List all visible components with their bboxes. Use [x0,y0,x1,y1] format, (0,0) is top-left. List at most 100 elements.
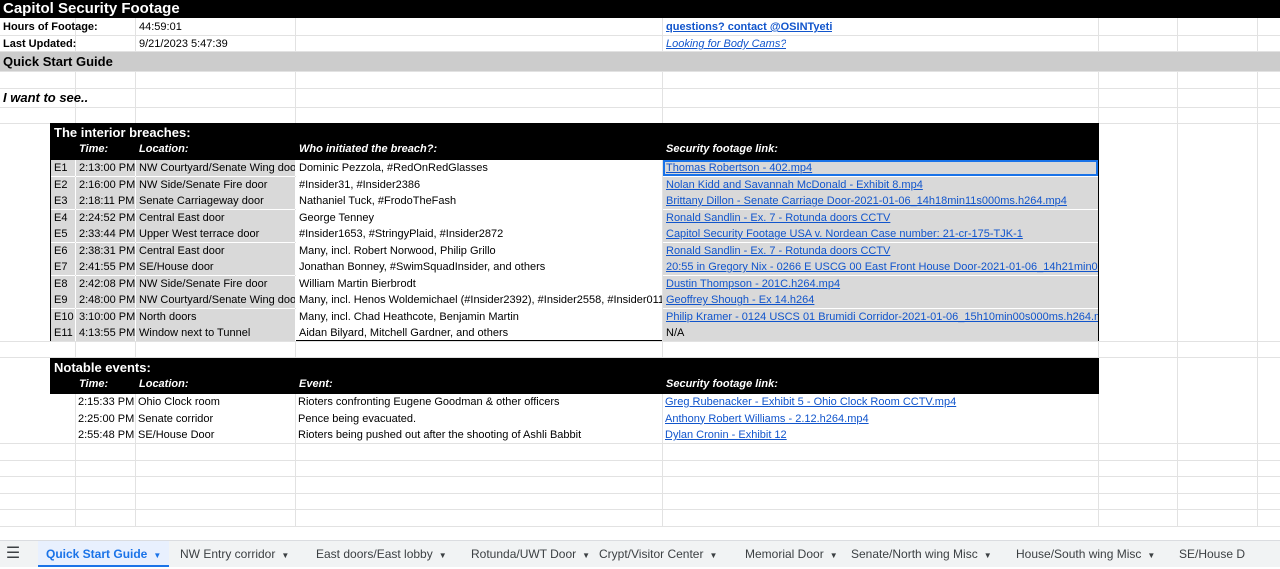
event-footage-link[interactable]: Greg Rubenacker - Exhibit 5 - Ohio Clock… [662,394,1097,410]
breach-footage-link[interactable]: Geoffrey Shough - Ex 14.h264 [663,292,1098,308]
breach-location: NW Courtyard/Senate Wing door [136,292,296,308]
events-header: Notable events: Time: Location: Event: S… [50,358,1099,394]
horizontal-scrollbar[interactable] [0,526,1280,541]
events-col-link: Security footage link: [666,378,778,390]
breach-footage-link: N/A [663,325,1098,341]
breach-id: E5 [51,226,76,242]
breach-footage-link[interactable]: Capitol Security Footage USA v. Nordean … [663,226,1098,242]
sheet-tab[interactable]: Rotunda/UWT Door ▼ [463,541,598,567]
events-table: 2:15:33 PM Ohio Clock room Rioters confron… [50,394,1099,444]
breach-id: E9 [51,292,76,308]
hours-label: Hours of Footage: [3,21,98,33]
event-time: 2:25:00 PM [78,412,135,425]
breaches-col-time: Time: [79,143,109,155]
breach-time: 3:10:00 PM [76,308,136,325]
table-row: E9 2:48:00 PM NW Courtyard/Senate Wing doo… [51,292,1100,308]
breach-initiator: Dominic Pezzola, #RedOnRedGlasses [296,160,663,176]
breach-id: E2 [51,176,76,193]
table-row: 2:15:33 PM Ohio Clock room Rioters confron… [50,394,1099,410]
event-footage-link[interactable]: Dylan Cronin - Exhibit 12 [662,427,1097,443]
events-col-event: Event: [299,378,333,390]
table-row: E7 2:41:55 PM SE/House door Jonathan Bonney… [51,259,1100,275]
breach-footage-link[interactable]: Thomas Robertson - 402.mp4 [663,160,1098,176]
breach-footage-link[interactable]: 20:55 in Gregory Nix - 0266 E USCG 00 Ea… [663,259,1098,275]
breach-location: Window next to Tunnel [136,325,296,341]
sheet-tab-label: SE/House D [1179,547,1246,561]
table-row: E6 2:38:31 PM Central East door Many, incl.… [51,242,1100,259]
sheet-tab-label: Crypt/Visitor Center [599,547,704,561]
breach-id: E4 [51,209,76,226]
body-cams-link[interactable]: Looking for Body Cams? [666,36,786,52]
event-time: 2:55:48 PM [78,429,135,441]
breach-id: E11 [51,325,76,341]
updated-label: Last Updated: [3,38,77,50]
sheet-tab-label: Quick Start Guide [46,547,148,561]
breach-footage-link[interactable]: Brittany Dillon - Senate Carriage Door-2… [663,193,1098,209]
sheet-tab-bar: ☰ Quick Start Guide ▼ NW Entry corridor ▼ Ea… [0,540,1280,567]
table-row: E10 3:10:00 PM North doors Many, incl. Chad… [51,308,1100,325]
sheet-tab[interactable]: NW Entry corridor ▼ [172,541,297,567]
table-row: E5 2:33:44 PM Upper West terrace door #Insi… [51,226,1100,242]
breach-location: Central East door [136,209,296,226]
breach-id: E1 [51,160,76,176]
sheet-tab-label: NW Entry corridor [180,547,276,561]
event-location: SE/House Door [138,429,215,441]
breach-id: E10 [51,308,76,325]
breaches-col-link: Security footage link: [666,143,778,155]
breach-time: 2:18:11 PM [76,193,136,209]
sheet-tab-label: Rotunda/UWT Door [471,547,577,561]
sheet-tab[interactable]: SE/House D [1171,541,1253,567]
event-footage-link[interactable]: Anthony Robert Williams - 2.12.h264.mp4 [662,411,1097,427]
sheet-tab[interactable]: Memorial Door ▼ [737,541,846,567]
sheet-tab[interactable]: Senate/North wing Misc ▼ [843,541,1000,567]
breach-time: 2:16:00 PM [76,176,136,193]
breach-initiator: William Martin Bierbrodt [296,275,663,292]
sheet-tab[interactable]: Quick Start Guide ▼ [38,541,170,567]
chevron-down-icon: ▼ [1147,551,1156,560]
all-sheets-menu-icon[interactable]: ☰ [0,541,26,567]
contact-link[interactable]: questions? contact @OSINTyeti [666,19,832,35]
events-col-time: Time: [79,378,109,390]
table-row: 2:25:00 PM Senate corridor Pence being eva… [50,411,1099,427]
breach-location: NW Side/Senate Fire door [136,275,296,292]
event-time: 2:15:33 PM [78,396,135,408]
breach-footage-link[interactable]: Ronald Sandlin - Ex. 7 - Rotunda doors C… [663,209,1098,226]
events-title: Notable events: [54,360,151,375]
sheet-tab[interactable]: House/South wing Misc ▼ [1008,541,1163,567]
sheet-tab-label: Memorial Door [745,547,824,561]
breach-initiator: George Tenney [296,209,663,226]
breach-id: E8 [51,275,76,292]
breach-footage-link[interactable]: Ronald Sandlin - Ex. 7 - Rotunda doors C… [663,242,1098,259]
breach-time: 2:41:55 PM [76,259,136,275]
breach-location: NW Side/Senate Fire door [136,176,296,193]
event-description: Rioters being pushed out after the shoot… [298,429,582,441]
breach-location: Upper West terrace door [136,226,296,242]
chevron-down-icon: ▼ [582,551,591,560]
breach-id: E6 [51,242,76,259]
event-location: Ohio Clock room [138,396,220,408]
breach-time: 2:33:44 PM [76,226,136,242]
table-row: E2 2:16:00 PM NW Side/Senate Fire door #Ins… [51,176,1100,193]
breach-time: 2:24:52 PM [76,209,136,226]
sheet-tab-label: Senate/North wing Misc [851,547,978,561]
breach-footage-link[interactable]: Dustin Thompson - 201C.h264.mp4 [663,275,1098,292]
breach-initiator: Many, incl. Henos Woldemichael (#Insider… [296,292,663,308]
sheet-tab[interactable]: East doors/East lobby ▼ [308,541,455,567]
breach-time: 2:42:08 PM [76,275,136,292]
quick-start-heading: Quick Start Guide [0,52,1280,71]
breach-footage-link[interactable]: Philip Kramer - 0124 USCS 01 Brumidi Cor… [663,308,1098,325]
breach-initiator: #Insider31, #Insider2386 [296,176,663,193]
breach-location: North doors [136,308,296,325]
sheet-tab[interactable]: Crypt/Visitor Center ▼ [591,541,725,567]
updated-value: 9/21/2023 5:47:39 [139,38,228,50]
table-row: E1 2:13:00 PM NW Courtyard/Senate Wing doo… [51,160,1100,176]
breach-initiator: Jonathan Bonney, #SwimSquadInsider, and … [296,259,663,275]
breach-footage-link[interactable]: Nolan Kidd and Savannah McDonald - Exhib… [663,176,1098,193]
sheet-tab-label: House/South wing Misc [1016,547,1142,561]
breaches-header: The interior breaches: Time: Location: W… [50,123,1099,159]
events-col-location: Location: [139,378,189,390]
i-want-to-see-text: I want to see.. [3,90,89,105]
breach-time: 2:48:00 PM [76,292,136,308]
breach-time: 2:38:31 PM [76,242,136,259]
breach-id: E7 [51,259,76,275]
